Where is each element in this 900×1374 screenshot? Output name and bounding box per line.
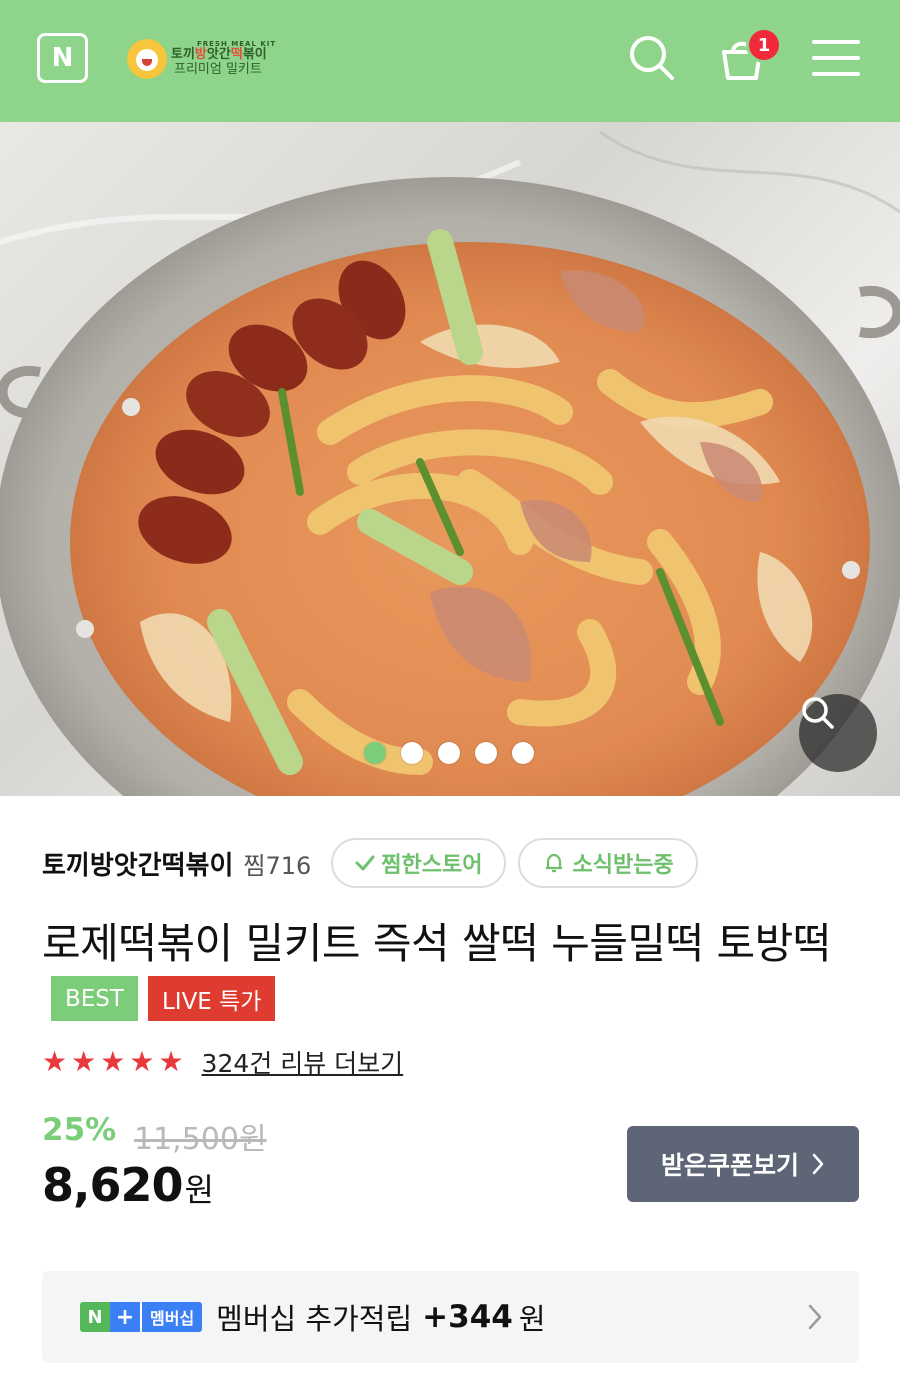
product-title: 로제떡볶이 밀키트 즉석 쌀떡 누들밀떡 토방떡	[42, 919, 831, 968]
carousel-dot[interactable]	[512, 742, 534, 764]
store-logo-name-part: 떡	[230, 47, 243, 63]
zoom-button[interactable]	[799, 694, 877, 772]
chevron-right-icon	[808, 1304, 822, 1330]
star-icon: ★	[71, 1045, 97, 1078]
star-icon: ★	[100, 1045, 126, 1078]
product-image-carousel[interactable]	[0, 122, 900, 796]
view-coupons-label: 받은쿠폰보기	[660, 1151, 799, 1180]
zzim-count: 찜716	[243, 851, 312, 880]
store-logo-name-part: 토끼	[171, 47, 195, 63]
star-icon: ★	[158, 1045, 184, 1078]
membership-amount: +344	[422, 1299, 513, 1335]
menu-icon[interactable]	[810, 32, 862, 84]
bell-icon	[542, 851, 566, 875]
original-price: 11,500원	[134, 1122, 267, 1157]
membership-text: 멤버십 추가적립	[216, 1302, 413, 1336]
nplus-n: N	[80, 1302, 110, 1332]
carousel-pagination	[364, 742, 534, 764]
sale-price-value: 8,620	[42, 1158, 184, 1212]
star-rating: ★ ★ ★ ★ ★	[42, 1048, 184, 1076]
naver-plus-badge: N + 멤버십	[80, 1302, 203, 1332]
store-info: 토끼방앗간떡볶이 찜716 찜한스토어 소식받는중	[42, 838, 698, 888]
product-photo	[0, 130, 900, 796]
search-icon[interactable]	[626, 32, 678, 84]
notify-label: 소식받는중	[572, 853, 674, 878]
carousel-dot[interactable]	[401, 742, 423, 764]
top-header: N FRESH MEAL KIT 토끼방앗간떡볶이 프리미엄 밀키트 1	[0, 0, 900, 122]
membership-unit: 원	[518, 1302, 546, 1336]
nplus-plus: +	[110, 1302, 140, 1332]
notify-button[interactable]: 소식받는중	[518, 838, 698, 888]
view-coupons-button[interactable]: 받은쿠폰보기	[627, 1126, 859, 1202]
carousel-dot[interactable]	[475, 742, 497, 764]
search-icon	[802, 697, 834, 729]
store-logo[interactable]: FRESH MEAL KIT 토끼방앗간떡볶이 프리미엄 밀키트	[127, 34, 276, 84]
review-link[interactable]: 324건 리뷰 더보기	[202, 1044, 404, 1080]
product-tags: BEST LIVE 특가	[51, 976, 276, 1021]
store-name-link[interactable]: 토끼방앗간떡볶이	[42, 845, 233, 882]
store-logo-text: FRESH MEAL KIT 토끼방앗간떡볶이 프리미엄 밀키트	[171, 40, 276, 78]
chevron-right-icon	[812, 1153, 824, 1175]
rabbit-emblem-icon	[127, 39, 167, 79]
naver-logo[interactable]: N	[37, 33, 88, 83]
sale-price: 8,620원	[42, 1158, 214, 1212]
sale-price-unit: 원	[184, 1171, 214, 1209]
store-logo-name: 토끼방앗간떡볶이	[171, 47, 276, 63]
discount-rate: 25%	[42, 1112, 117, 1148]
store-logo-name-part: 앗간	[206, 47, 231, 63]
best-badge: BEST	[51, 976, 138, 1021]
follow-store-label: 찜한스토어	[381, 853, 483, 878]
check-icon	[355, 855, 375, 871]
carousel-dot-active[interactable]	[364, 742, 386, 764]
rating-row: ★ ★ ★ ★ ★ 324건 리뷰 더보기	[42, 1042, 403, 1082]
store-logo-name-part: 방	[194, 47, 207, 63]
follow-store-button[interactable]: 찜한스토어	[331, 838, 507, 888]
star-icon: ★	[129, 1045, 155, 1078]
star-icon: ★	[42, 1045, 68, 1078]
cart-count-badge: 1	[746, 27, 782, 63]
store-logo-sub: 프리미엄 밀키트	[174, 62, 262, 78]
carousel-dot[interactable]	[438, 742, 460, 764]
nplus-label: 멤버십	[140, 1302, 203, 1332]
membership-points-row[interactable]: N + 멤버십 멤버십 추가적립 +344 원	[42, 1271, 859, 1363]
live-sale-badge: LIVE 특가	[147, 976, 276, 1021]
store-logo-name-part: 볶이	[242, 47, 267, 63]
